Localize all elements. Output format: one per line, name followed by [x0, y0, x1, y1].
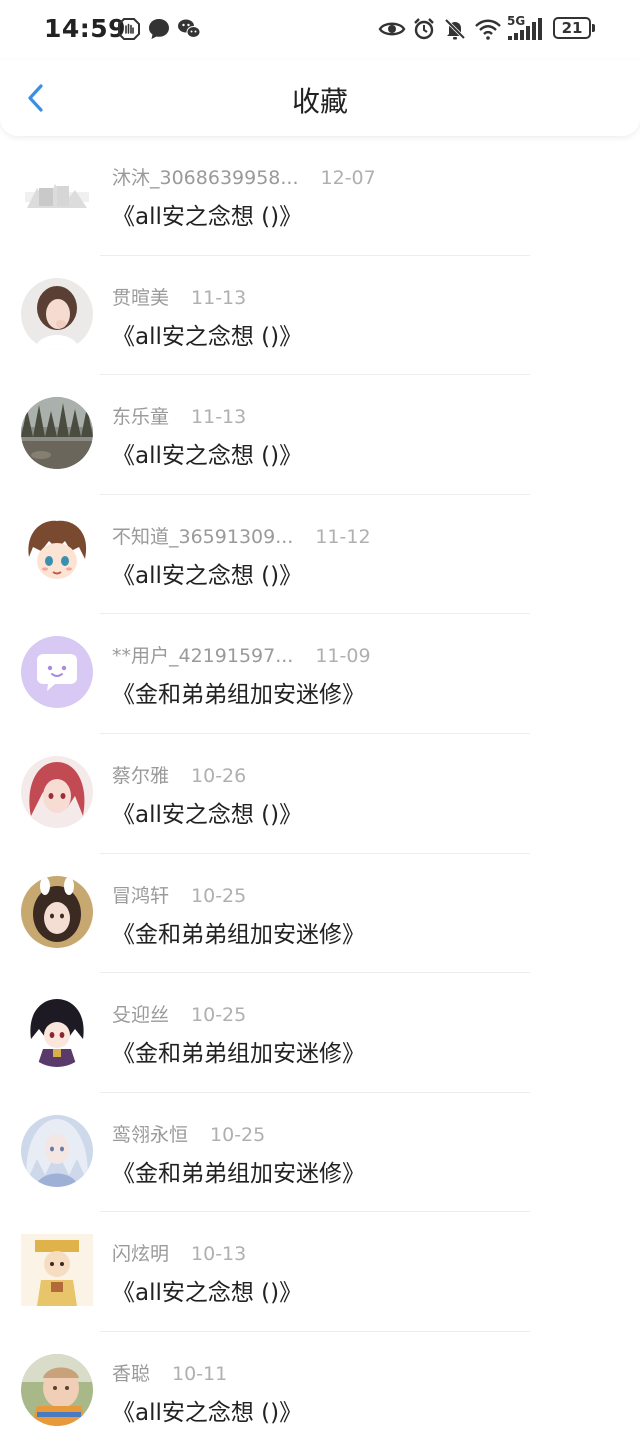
username[interactable]: 闪炫明 — [112, 1243, 169, 1265]
status-bar: 14:59 5G 21 — [0, 0, 640, 60]
date: 11-09 — [315, 645, 371, 668]
list-item[interactable]: **用户_42191597... 11-09 《金和弟弟组加安迷修》 — [0, 614, 640, 734]
username[interactable]: 不知道_36591309... — [112, 526, 293, 548]
item-content: 《all安之念想 ()》 — [112, 323, 303, 350]
bell-off-icon — [444, 18, 466, 40]
date: 10-11 — [172, 1362, 228, 1385]
avatar[interactable] — [21, 1234, 93, 1307]
date: 10-26 — [191, 764, 247, 787]
item-content: 《all安之念想 ()》 — [112, 801, 303, 828]
date: 10-25 — [191, 884, 247, 907]
date: 11-13 — [191, 286, 247, 309]
item-content: 《金和弟弟组加安迷修》 — [112, 1160, 365, 1187]
signal-icon — [508, 18, 542, 40]
list-item[interactable]: 冒鸿轩 10-25 《金和弟弟组加安迷修》 — [0, 854, 640, 974]
username[interactable]: 殳迎丝 — [112, 1004, 169, 1026]
date: 10-13 — [191, 1243, 247, 1266]
item-meta: 闪炫明 10-13 — [112, 1239, 246, 1266]
username[interactable]: 沐沐_3068639958... — [112, 167, 299, 189]
item-meta: 冒鸿轩 10-25 — [112, 881, 246, 908]
item-content: 《all安之念想 ()》 — [112, 562, 303, 589]
item-meta: 贯暄美 11-13 — [112, 283, 246, 310]
username[interactable]: 鸾翎永恒 — [112, 1124, 188, 1146]
username[interactable]: **用户_42191597... — [112, 645, 293, 667]
avatar[interactable] — [21, 755, 93, 828]
wechat-icon — [178, 19, 201, 38]
avatar[interactable] — [21, 158, 93, 230]
nav-header: 收藏 — [0, 60, 640, 136]
avatar[interactable] — [21, 397, 93, 470]
date: 10-25 — [210, 1123, 266, 1146]
avatar[interactable] — [21, 995, 93, 1068]
alarm-icon — [414, 18, 434, 40]
item-meta: **用户_42191597... 11-09 — [112, 641, 371, 668]
item-content: 《金和弟弟组加安迷修》 — [112, 1041, 365, 1068]
list-item[interactable]: 殳迎丝 10-25 《金和弟弟组加安迷修》 — [0, 973, 640, 1093]
item-meta: 鸾翎永恒 10-25 — [112, 1120, 265, 1147]
username[interactable]: 东乐童 — [112, 406, 169, 428]
item-meta: 沐沐_3068639958... 12-07 — [112, 163, 376, 190]
message-bubble-icon — [149, 19, 169, 39]
battery-icon: 21 — [553, 17, 591, 39]
list-item[interactable]: 闪炫明 10-13 《all安之念想 ()》 — [0, 1212, 640, 1332]
username[interactable]: 香聪 — [112, 1363, 150, 1385]
list-item[interactable]: 贯暄美 11-13 《all安之念想 ()》 — [0, 256, 640, 376]
avatar[interactable] — [21, 277, 93, 350]
hand-icon — [118, 18, 140, 40]
date: 12-07 — [320, 167, 376, 189]
item-content: 《金和弟弟组加安迷修》 — [112, 921, 365, 948]
avatar[interactable] — [21, 1114, 93, 1187]
date: 11-13 — [191, 406, 247, 429]
battery-tip — [592, 24, 595, 32]
item-content: 《all安之念想 ()》 — [112, 1280, 303, 1307]
page-title: 收藏 — [291, 85, 348, 118]
username[interactable]: 蔡尔雅 — [112, 765, 169, 787]
item-meta: 蔡尔雅 10-26 — [112, 761, 246, 788]
avatar[interactable] — [21, 516, 93, 589]
item-meta: 东乐童 11-13 — [112, 402, 246, 429]
avatar[interactable] — [21, 1353, 93, 1426]
item-meta: 殳迎丝 10-25 — [112, 1000, 246, 1027]
date: 11-12 — [315, 525, 371, 548]
item-content: 《all安之念想 ()》 — [112, 443, 303, 470]
avatar[interactable] — [21, 636, 93, 709]
battery-level: 21 — [561, 19, 583, 37]
list-item[interactable]: 东乐童 11-13 《all安之念想 ()》 — [0, 375, 640, 495]
list-item[interactable]: 沐沐_3068639958... 12-07 《all安之念想 ()》 — [0, 136, 640, 256]
list-item[interactable]: 鸾翎永恒 10-25 《金和弟弟组加安迷修》 — [0, 1093, 640, 1213]
favorites-list: 沐沐_3068639958... 12-07 《all安之念想 ()》 贯暄美 11… — [0, 136, 640, 1452]
item-meta: 香聪 10-11 — [112, 1359, 227, 1386]
avatar[interactable] — [21, 875, 93, 948]
date: 10-25 — [191, 1004, 247, 1027]
list-item[interactable]: 蔡尔雅 10-26 《all安之念想 ()》 — [0, 734, 640, 854]
username[interactable]: 贯暄美 — [112, 287, 169, 309]
list-item[interactable]: 香聪 10-11 《all安之念想 ()》 — [0, 1332, 640, 1452]
eye-icon — [378, 22, 406, 36]
status-time: 14:59 — [44, 14, 127, 43]
list-item[interactable]: 不知道_36591309... 11-12 《all安之念想 ()》 — [0, 495, 640, 615]
item-content: 《all安之念想 ()》 — [112, 204, 303, 230]
wifi-icon — [475, 19, 501, 40]
username[interactable]: 冒鸿轩 — [112, 885, 169, 907]
item-content: 《金和弟弟组加安迷修》 — [112, 682, 365, 709]
item-meta: 不知道_36591309... 11-12 — [112, 522, 371, 549]
